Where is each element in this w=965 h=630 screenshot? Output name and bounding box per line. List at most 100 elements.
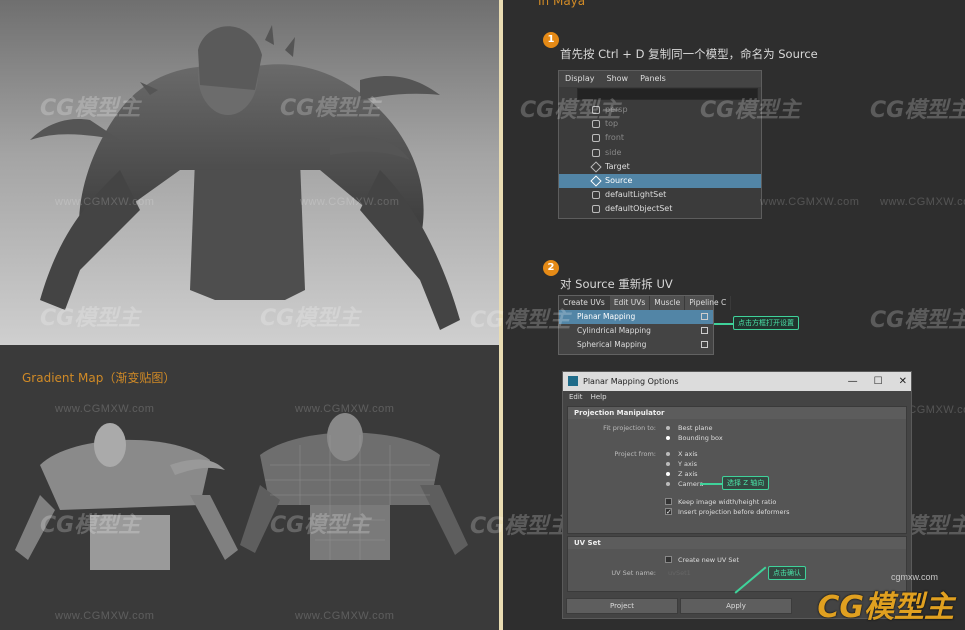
monster-model-image	[30, 25, 460, 330]
uvset-name-field[interactable]: uvSet1	[668, 568, 691, 578]
project-label: Project from:	[614, 450, 656, 458]
watermark-url: www.CGMXW.com	[295, 403, 395, 415]
radio-x-axis[interactable]	[666, 452, 670, 456]
projection-manipulator-section: Projection Manipulator Fit projection to…	[567, 406, 907, 534]
menu-help[interactable]: Help	[591, 391, 607, 404]
window-titlebar[interactable]: Planar Mapping Options — ☐ ✕	[563, 372, 911, 391]
camera-icon	[592, 148, 600, 157]
callout-arrow	[700, 483, 722, 485]
checkbox-create-new-uvset[interactable]	[665, 556, 672, 563]
watermark-logo: CG模型主	[280, 96, 381, 121]
radio-bounding-box[interactable]	[666, 436, 670, 440]
radio-y-axis[interactable]	[666, 462, 670, 466]
outliner-menubar: Display Show Panels	[559, 71, 761, 87]
gradient-map-label: Gradient Map（渐变贴图）	[22, 371, 176, 385]
outliner-item-side[interactable]: side	[559, 146, 761, 160]
watermark-url: www.CGMXW.com	[55, 403, 155, 415]
option-box-callout: 点击方框打开设置	[733, 316, 799, 330]
outliner-item-defaultlightset[interactable]: defaultLightSet	[559, 188, 761, 202]
outliner-item-label: defaultLightSet	[605, 190, 667, 200]
watermark-url: www.CGMXW.com	[295, 610, 395, 622]
watermark-logo: CG模型主	[270, 513, 371, 538]
section-title: In Maya	[538, 0, 586, 8]
fit-bounding-box-row: Bounding box	[568, 433, 906, 443]
window-title: Planar Mapping Options	[583, 377, 679, 386]
watermark-logo: CG模型主	[870, 308, 965, 333]
outliner-item-label: Target	[605, 161, 630, 171]
option-label: Y axis	[678, 460, 698, 468]
tab-edit-uvs[interactable]: Edit UVs	[610, 296, 651, 310]
menu-item-label: Cylindrical Mapping	[577, 326, 651, 335]
project-button[interactable]: Project	[566, 598, 678, 614]
keep-ratio-row: Keep image width/height ratio	[568, 497, 906, 507]
set-icon	[592, 205, 600, 214]
gradient-map-models-image	[15, 413, 468, 570]
option-label: Create new UV Set	[678, 556, 740, 564]
radio-z-axis[interactable]	[666, 472, 670, 476]
menu-panels[interactable]: Panels	[640, 71, 666, 87]
callout-arrow	[714, 323, 734, 325]
menu-display[interactable]: Display	[565, 71, 595, 87]
step-2-badge: 2	[543, 260, 559, 276]
uvset-name-label: UV Set name:	[611, 569, 656, 577]
outliner-item-target[interactable]: Target	[559, 160, 761, 174]
option-box-icon[interactable]	[701, 313, 708, 320]
radio-camera[interactable]	[666, 482, 670, 486]
option-label: Z axis	[678, 470, 698, 478]
watermark-logo: CG模型主	[40, 306, 141, 331]
watermark-url: www.CGMXW.com	[880, 196, 965, 208]
watermark-logo: CG模型主	[40, 513, 141, 538]
section-header[interactable]: Projection Manipulator	[568, 407, 906, 419]
minimize-icon[interactable]: —	[848, 372, 858, 391]
step-1-text: 首先按 Ctrl + D 复制同一个模型，命名为 Source	[560, 47, 818, 61]
option-label: Bounding box	[678, 434, 723, 442]
gradient-map-panel: www.CGMXW.com www.CGMXW.com www.CGMXW.co…	[0, 345, 499, 630]
insert-before-row: ✓ Insert projection before deformers	[568, 507, 906, 517]
z-axis-callout: 选择 Z 轴向	[722, 476, 770, 490]
create-new-uvset-row: Create new UV Set	[568, 555, 906, 565]
watermark-logo: CG模型主	[520, 98, 621, 123]
close-icon[interactable]: ✕	[899, 372, 907, 391]
tab-pipeline[interactable]: Pipeline C	[685, 296, 732, 310]
checkbox-keep-ratio[interactable]	[665, 498, 672, 505]
option-box-icon[interactable]	[701, 341, 708, 348]
option-label: X axis	[678, 450, 698, 458]
maya-app-icon	[568, 376, 578, 386]
option-box-icon[interactable]	[701, 327, 708, 334]
menu-item-spherical-mapping[interactable]: Spherical Mapping	[559, 338, 713, 352]
section-header[interactable]: UV Set	[568, 537, 906, 549]
create-uvs-menu: Create UVs Edit UVs Muscle Pipeline C Pl…	[558, 295, 732, 355]
camera-icon	[592, 134, 600, 143]
fit-best-plane-row: Fit projection to: Best plane	[568, 423, 906, 433]
watermark-logo: CG模型主	[470, 514, 571, 539]
watermark-url: www.CGMXW.com	[760, 196, 860, 208]
option-label: Insert projection before deformers	[678, 508, 790, 516]
tab-muscle[interactable]: Muscle	[650, 296, 686, 310]
menu-item-label: Planar Mapping	[577, 312, 636, 321]
watermark-logo: CG模型主	[40, 96, 141, 121]
radio-best-plane[interactable]	[666, 426, 670, 430]
outliner-item-label: front	[605, 133, 625, 143]
menu-show[interactable]: Show	[607, 71, 629, 87]
menu-item-cylindrical-mapping[interactable]: Cylindrical Mapping	[559, 324, 713, 338]
outliner-item-front[interactable]: front	[559, 131, 761, 145]
tutorial-screenshot: CG模型主 CG模型主 CG模型主 CG模型主 www.CGMXW.com ww…	[0, 0, 965, 630]
watermark-logo: CG模型主	[700, 98, 801, 123]
watermark-logo: CG模型主	[260, 306, 361, 331]
menu-edit[interactable]: Edit	[569, 391, 583, 404]
maximize-icon[interactable]: ☐	[874, 372, 883, 391]
project-x-row: Project from: X axis	[568, 449, 906, 459]
watermark-url: www.CGMXW.com	[55, 196, 155, 208]
menu-item-planar-mapping[interactable]: Planar Mapping	[559, 310, 713, 324]
watermark-logo: CG模型主	[870, 98, 965, 123]
outliner-item-defaultobjectset[interactable]: defaultObjectSet	[559, 202, 761, 216]
window-controls: — ☐ ✕	[848, 372, 907, 391]
checkbox-insert-before[interactable]: ✓	[665, 508, 672, 516]
watermark-url: www.CGMXW.com	[300, 196, 400, 208]
project-y-row: Y axis	[568, 459, 906, 469]
option-label: Best plane	[678, 424, 713, 432]
fit-label: Fit projection to:	[603, 424, 656, 432]
step-2-text: 对 Source 重新拆 UV	[560, 277, 673, 291]
outliner-item-source[interactable]: Source	[559, 173, 761, 189]
menu-item-label: Spherical Mapping	[577, 340, 647, 349]
